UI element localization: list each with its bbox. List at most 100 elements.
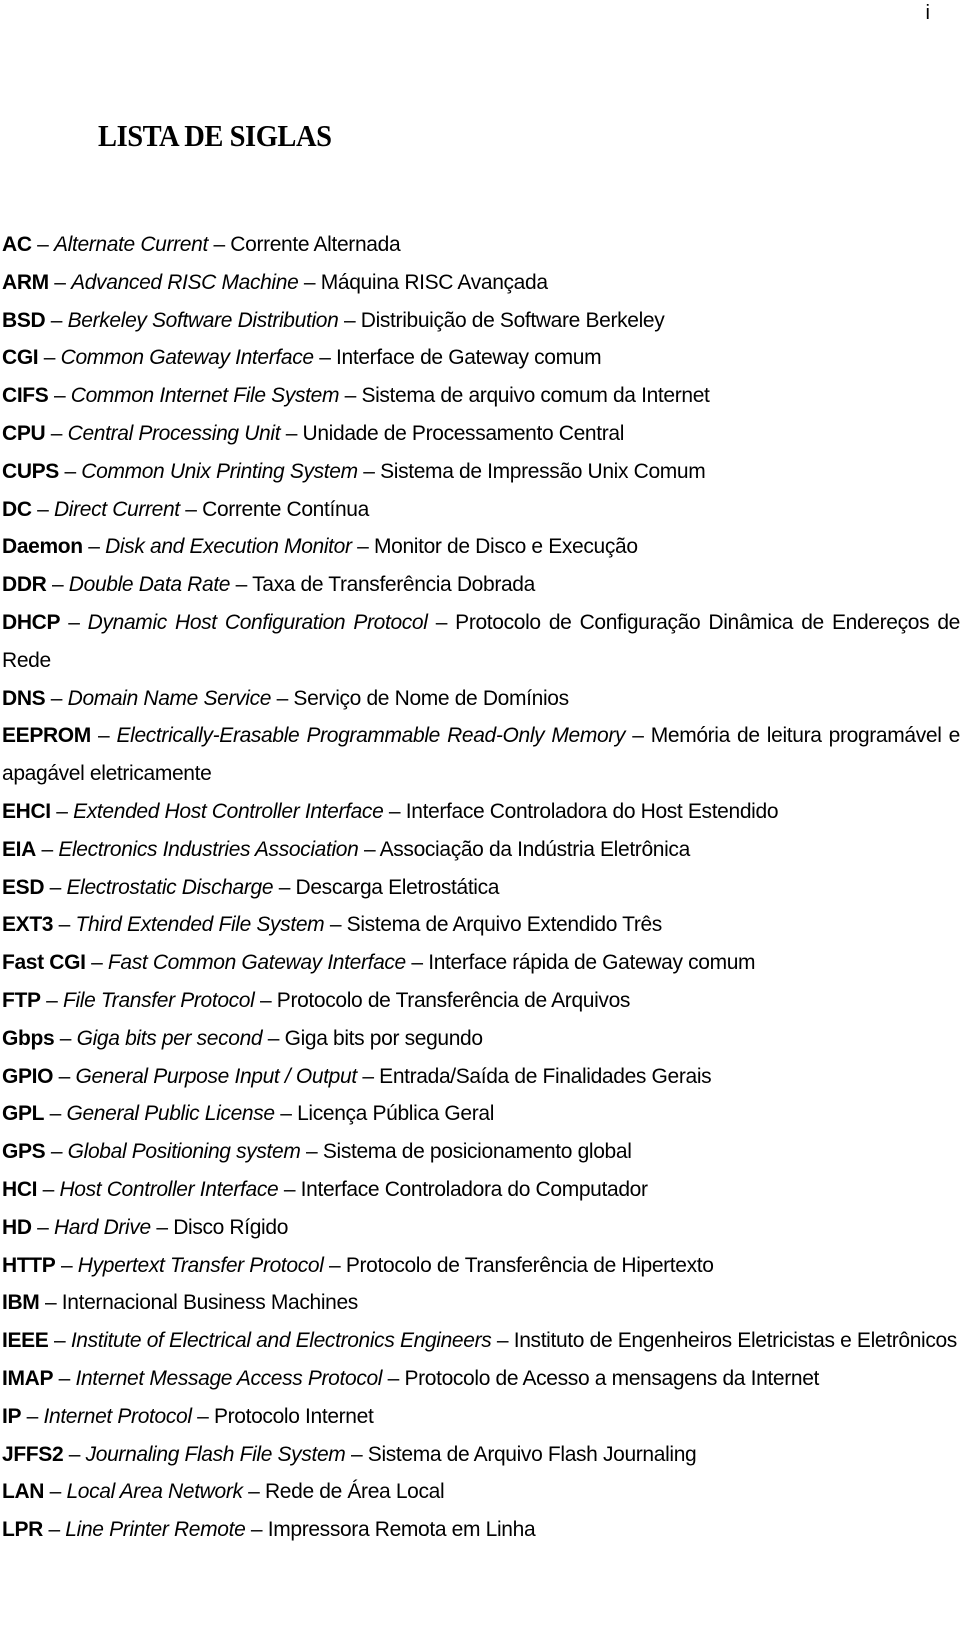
acronym-english: Electrostatic Discharge [66,875,274,899]
acronym-portuguese: Protocolo Internet [213,1404,374,1428]
dash-separator: – [88,535,100,559]
acronym-entry: GPL – General Public License – Licença P… [2,1095,960,1133]
acronym-portuguese: Licença Pública Geral [297,1102,495,1126]
acronym-entry: IMAP – Internet Message Access Protocol … [2,1360,960,1398]
dash-separator: – [49,875,62,899]
acronym-english: Extended Host Controller Interface [73,799,384,823]
dash-separator: – [49,1480,62,1504]
acronym-list: AC – Alternate Current – Corrente Altern… [2,226,960,1549]
acronym-entry: DC – Direct Current – Corrente Contínua [2,491,960,529]
acronym-portuguese: Unidade de Processamento Central [302,421,625,445]
dash-separator: – [50,686,63,710]
acronym-abbreviation: GPS [2,1140,46,1164]
dash-separator: – [197,1404,209,1428]
dash-separator: – [42,1177,55,1201]
acronym-entry: CUPS – Common Unix Printing System – Sis… [2,453,960,491]
acronym-english: Common Unix Printing System [81,459,358,483]
dash-separator: – [248,1480,260,1504]
dash-separator: – [46,988,58,1012]
dash-separator: – [329,913,342,937]
acronym-english: Advanced RISC Machine [71,270,299,294]
acronym-english: Alternate Current [53,233,208,256]
acronym-entry: JFFS2 – Journaling Flash File System – S… [2,1436,960,1474]
acronym-entry: EXT3 – Third Extended File System – Sist… [2,906,960,944]
acronym-abbreviation: DDR [2,573,47,597]
dash-separator: – [362,1064,374,1088]
acronym-portuguese: Giga bits por segundo [284,1026,483,1050]
dash-separator: – [59,1026,72,1050]
acronym-abbreviation: AC [2,233,32,256]
acronym-entry: Daemon – Disk and Execution Monitor – Mo… [2,528,960,566]
acronym-abbreviation: EEPROM [2,724,91,748]
acronym-abbreviation: GPL [2,1102,45,1126]
acronym-portuguese: Sistema de posicionamento global [322,1140,632,1164]
acronym-entry: GPIO – General Purpose Input / Output – … [2,1058,960,1096]
acronym-portuguese: Disco Rígido [173,1215,289,1239]
dash-separator: – [156,1215,168,1239]
dash-separator: – [98,724,110,748]
acronym-portuguese: Interface de Gateway comum [336,346,602,370]
acronym-entry: IBM – Internacional Business Machines [2,1284,960,1322]
acronym-abbreviation: BSD [2,308,46,332]
dash-separator: – [41,837,53,861]
dash-separator: – [387,1366,400,1390]
acronym-entry: EHCI – Extended Host Controller Interfac… [2,793,960,831]
acronym-abbreviation: DHCP [2,610,61,634]
page-number: i [925,2,930,24]
acronym-abbreviation: GPIO [2,1064,54,1088]
dash-separator: – [213,233,225,256]
acronym-abbreviation: IBM [2,1291,40,1315]
acronym-portuguese: Internacional Business Machines [61,1291,359,1315]
acronym-entry: DHCP – Dynamic Host Configuration Protoc… [2,604,960,680]
acronym-entry: FTP – File Transfer Protocol – Protocolo… [2,982,960,1020]
acronym-entry: LAN – Local Area Network – Rede de Área … [2,1473,960,1511]
acronym-english: Electronics Industries Association [58,837,359,861]
acronym-entry: LPR – Line Printer Remote – Impressora R… [2,1511,960,1549]
acronym-english: General Purpose Input / Output [75,1064,357,1088]
acronym-entry: HTTP – Hypertext Transfer Protocol – Pro… [2,1247,960,1285]
acronym-portuguese: Protocolo de Acesso a mensagens da Inter… [404,1366,820,1390]
acronym-abbreviation: CUPS [2,459,59,483]
dash-separator: – [50,1140,63,1164]
acronym-abbreviation: IP [2,1404,22,1428]
dash-separator: – [435,610,448,634]
acronym-entry: CIFS – Common Internet File System – Sis… [2,377,960,415]
acronym-abbreviation: Daemon [2,535,83,559]
dash-separator: – [278,875,291,899]
acronym-abbreviation: ESD [2,875,45,899]
acronym-portuguese: Protocolo de Transferência de Hipertexto [345,1253,714,1277]
acronym-abbreviation: Fast CGI [2,951,86,975]
dash-separator: – [56,799,68,823]
dash-separator: – [37,233,49,256]
acronym-entry: ESD – Electrostatic Discharge – Descarga… [2,869,960,907]
acronym-english: Electrically-Erasable Programmable Read-… [116,724,626,748]
dash-separator: – [285,421,298,445]
acronym-entry: BSD – Berkeley Software Distribution – D… [2,302,960,340]
dash-separator: – [411,951,423,975]
acronym-portuguese: Instituto de Engenheiros Eletricistas e … [513,1329,958,1353]
acronym-abbreviation: JFFS2 [2,1442,64,1466]
acronym-portuguese: Interface Controladora do Computador [300,1177,648,1201]
acronym-entry: DNS – Domain Name Service – Serviço de N… [2,680,960,718]
dash-separator: – [26,1404,39,1428]
dash-separator: – [49,1102,62,1126]
dash-separator: – [259,988,272,1012]
acronym-portuguese: Descarga Eletrostática [295,875,500,899]
dash-separator: – [91,951,103,975]
dash-separator: – [235,573,248,597]
acronym-english: Common Gateway Interface [60,346,314,370]
dash-separator: – [283,1177,296,1201]
dash-separator: – [60,1253,73,1277]
dash-separator: – [496,1329,509,1353]
acronym-abbreviation: LPR [2,1518,43,1542]
dash-separator: – [363,459,375,483]
dash-separator: – [58,1064,71,1088]
acronym-english: Domain Name Service [67,686,272,710]
acronym-portuguese: Rede de Área Local [264,1480,445,1504]
acronym-entry: Gbps – Giga bits per second – Giga bits … [2,1020,960,1058]
acronym-portuguese: Impressora Remota em Linha [267,1518,536,1542]
acronym-english: Global Positioning system [67,1140,301,1164]
acronym-abbreviation: HD [2,1215,32,1239]
acronym-english: Hard Drive [53,1215,151,1239]
acronym-portuguese: Máquina RISC Avançada [320,270,548,294]
